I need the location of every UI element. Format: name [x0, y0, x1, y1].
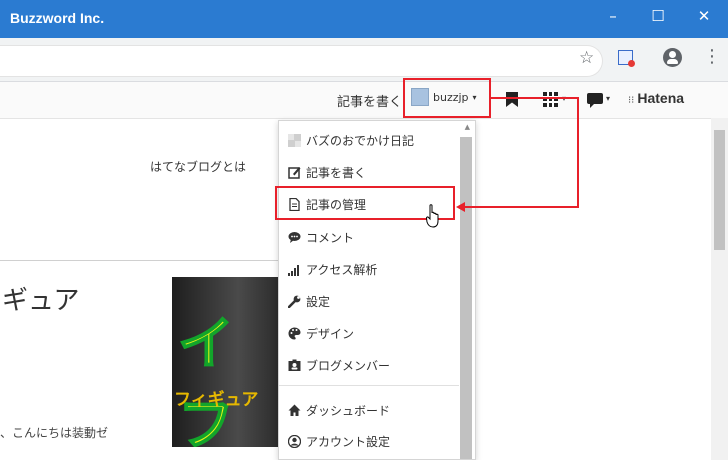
edit-icon — [288, 166, 301, 179]
menu-item-write[interactable]: 記事を書く — [288, 159, 366, 185]
menu-scroll-up-icon[interactable]: ▲ — [465, 123, 470, 131]
menu-item-comments[interactable]: コメント — [288, 224, 354, 250]
bookmark-icon[interactable] — [506, 92, 518, 107]
star-icon[interactable]: ☆ — [579, 48, 594, 68]
thumbnail-small-text: フィギュア — [174, 390, 259, 410]
window-title: Buzzword Inc. — [10, 10, 105, 26]
menu-item-design[interactable]: デザイン — [288, 320, 354, 346]
annotation-arrow-bottom — [465, 206, 579, 208]
hatena-logo[interactable]: ⁝⁝ Hatena — [628, 90, 684, 106]
menu-item-label: デザイン — [306, 326, 355, 341]
wrench-icon — [288, 295, 301, 308]
user-button-highlight — [403, 78, 491, 118]
menu-item-settings[interactable]: 設定 — [288, 288, 330, 314]
menu-item-account-settings[interactable]: アカウント設定 — [288, 428, 390, 454]
hatena-logo-text: Hatena — [637, 90, 685, 106]
maximize-button[interactable]: ☐ — [635, 0, 681, 32]
address-bar[interactable] — [0, 45, 603, 77]
about-hatena-blog-link[interactable]: はてなブログとは — [150, 158, 246, 175]
extension-icon[interactable] — [618, 50, 635, 67]
profile-icon[interactable] — [663, 48, 682, 67]
menu-item-label: ブログメンバー — [306, 358, 391, 373]
browser-toolbar: ☆ ⋮ — [0, 38, 728, 82]
window-titlebar: Buzzword Inc. – ☐ ✕ — [0, 0, 728, 38]
content-divider — [0, 260, 290, 261]
menu-item-label: ダッシュボード — [306, 403, 391, 418]
menu-item-blog-members[interactable]: ブログメンバー — [288, 352, 390, 378]
account-icon — [288, 434, 301, 448]
minimize-button[interactable]: – — [590, 0, 636, 32]
article-heading[interactable]: ギュア — [2, 280, 79, 317]
menu-divider — [279, 385, 459, 386]
hatena-logo-mark-icon: ⁝⁝ — [628, 95, 635, 106]
arrowhead-icon — [456, 202, 465, 212]
close-button[interactable]: ✕ — [681, 0, 727, 32]
menu-item-analytics[interactable]: アクセス解析 — [288, 256, 377, 282]
annotation-arrow-vertical — [577, 97, 579, 208]
menu-item-blog[interactable]: バズのおでかけ日記 — [288, 127, 414, 153]
member-card-icon — [288, 359, 301, 372]
page-scrollbar[interactable] — [711, 118, 728, 460]
menu-item-label: アクセス解析 — [306, 262, 378, 277]
annotation-arrow-top — [491, 97, 579, 99]
page-scrollbar-thumb[interactable] — [714, 130, 725, 250]
menu-item-label: アカウント設定 — [306, 434, 391, 449]
menu-item-label: バズのおでかけ日記 — [306, 133, 415, 148]
write-article-link[interactable]: 記事を書く — [337, 91, 402, 110]
blog-thumbnail-icon — [288, 133, 301, 147]
hatena-header: 記事を書く buzzjp ▾ ▾ ▾ ⁝⁝Hatena — [0, 82, 728, 119]
article-thumbnail[interactable]: イフ フィギュア — [172, 277, 282, 447]
bar-chart-icon — [288, 263, 301, 276]
palette-icon — [288, 327, 301, 340]
more-vert-icon[interactable]: ⋮ — [703, 46, 721, 68]
thumbnail-large-text: イフ — [177, 311, 235, 447]
menu-scrollbar[interactable] — [460, 137, 472, 459]
menu-item-dashboard[interactable]: ダッシュボード — [288, 397, 390, 423]
comment-caret-icon: ▾ — [606, 94, 611, 103]
hand-cursor-icon — [426, 204, 439, 228]
menu-item-label: 設定 — [306, 294, 331, 309]
notification-comment-icon[interactable] — [587, 93, 603, 108]
grid-icon[interactable] — [543, 92, 558, 107]
menu-item-label: 記事を書く — [306, 165, 367, 180]
home-icon — [288, 404, 301, 417]
user-dropdown-menu: ▲ バズのおでかけ日記 記事を書く 記事の管理 コメント アクセス解析 設定 デ… — [278, 120, 476, 460]
menu-item-label: コメント — [306, 230, 355, 245]
article-snippet: 、こんにちは装動ゼ — [0, 426, 109, 440]
comment-icon — [288, 231, 301, 244]
